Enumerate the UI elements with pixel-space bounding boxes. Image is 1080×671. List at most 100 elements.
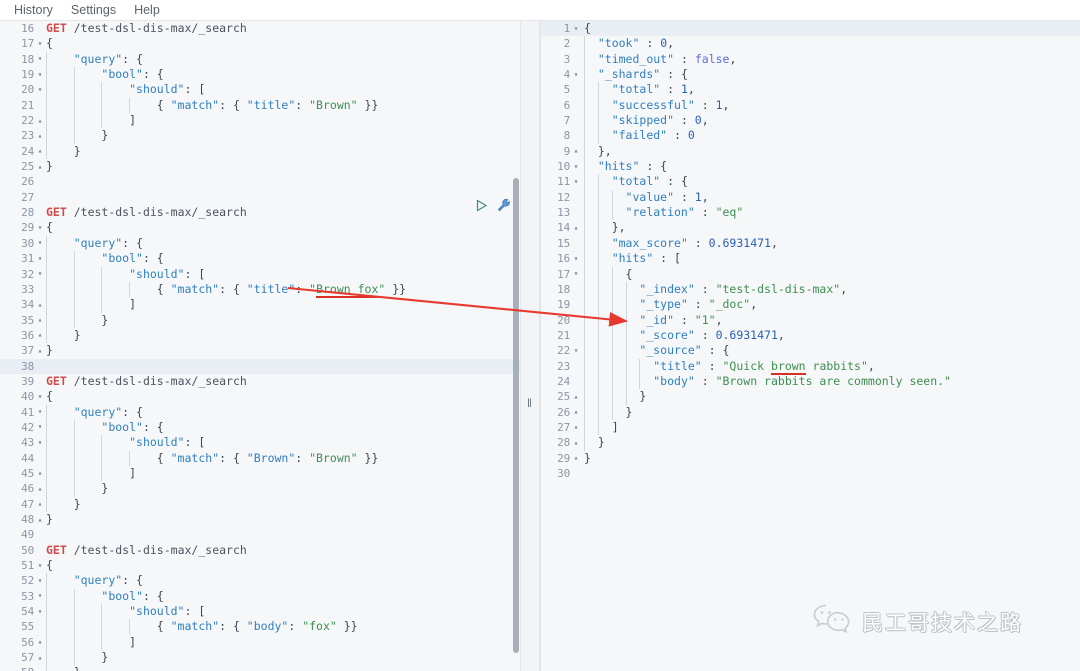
pane-splitter[interactable] (520, 21, 540, 671)
fold-marker-icon[interactable]: ▴ (571, 389, 581, 404)
code-line[interactable]: 5 "total" : 1, (540, 82, 1080, 98)
code-line[interactable]: 37 ▴} (0, 343, 520, 358)
code-line[interactable]: 50 GET /test-dsl-dis-max/_search (0, 543, 520, 558)
code-line[interactable]: 16 ▾ "hits" : [ (540, 251, 1080, 267)
code-line[interactable]: 45 ▴ ] (0, 465, 520, 482)
response-code-area[interactable]: 1 ▾{2 "took" : 0, 3 "timed_out" : false, 4 ▾… (540, 21, 1080, 481)
fold-marker-icon[interactable]: ▴ (35, 650, 45, 665)
code-line[interactable]: 52 ▾ "query": { (0, 573, 520, 589)
fold-marker-icon[interactable]: ▾ (35, 36, 45, 51)
fold-marker-icon[interactable]: ▾ (35, 573, 45, 588)
code-line[interactable]: 17 ▾ { (540, 266, 1080, 282)
code-line[interactable]: 49 (0, 527, 520, 542)
code-line[interactable]: 25 ▴} (0, 159, 520, 174)
code-line[interactable]: 24 ▴ } (0, 143, 520, 160)
code-line[interactable]: 51 ▾{ (0, 558, 520, 573)
response-viewer-pane[interactable]: 1 ▾{2 "took" : 0, 3 "timed_out" : false, 4 ▾… (540, 21, 1080, 671)
menu-item-settings[interactable]: Settings (62, 1, 125, 20)
fold-marker-icon[interactable]: ▾ (571, 343, 581, 358)
code-line[interactable]: 58▴ } (0, 665, 520, 671)
code-line[interactable]: 13 "relation" : "eq" (540, 205, 1080, 221)
fold-marker-icon[interactable]: ▴ (35, 143, 45, 158)
fold-marker-icon[interactable]: ▴ (35, 481, 45, 496)
code-line[interactable]: 4 ▾ "_shards" : { (540, 67, 1080, 83)
code-line[interactable]: 20 "_id" : "1", (540, 312, 1080, 328)
code-line[interactable]: 36 ▴ } (0, 327, 520, 344)
code-line[interactable]: 10 ▾ "hits" : { (540, 159, 1080, 175)
fold-marker-icon[interactable]: ▴ (35, 665, 45, 671)
code-line[interactable]: 11 ▾ "total" : { (540, 174, 1080, 190)
code-line[interactable]: 57 ▴ } (0, 650, 520, 666)
code-line[interactable]: 42 ▾ "bool": { (0, 419, 520, 436)
fold-marker-icon[interactable]: ▴ (35, 512, 45, 527)
code-line[interactable]: 47 ▴ } (0, 496, 520, 512)
request-editor-pane[interactable]: 16 GET /test-dsl-dis-max/_search 17 ▾{18 ▾ "… (0, 21, 520, 671)
code-line[interactable]: 38 (0, 358, 520, 374)
fold-marker-icon[interactable]: ▾ (35, 266, 45, 281)
fold-marker-icon[interactable]: ▾ (35, 404, 45, 419)
fold-marker-icon[interactable]: ▾ (35, 51, 45, 66)
code-line[interactable]: 27 ▴ ] (540, 419, 1080, 436)
code-line[interactable]: 18 "_index" : "test-dsl-dis-max", (540, 281, 1080, 298)
code-line[interactable]: 19 ▾ "bool": { (0, 67, 520, 83)
fold-marker-icon[interactable]: ▾ (571, 159, 581, 174)
code-line[interactable]: 43 ▾ "should": [ (0, 435, 520, 451)
code-line[interactable]: 16 GET /test-dsl-dis-max/_search (0, 21, 520, 36)
fold-marker-icon[interactable]: ▾ (35, 389, 45, 404)
fold-marker-icon[interactable]: ▾ (571, 251, 581, 266)
code-line[interactable]: 22 ▾ "_source" : { (540, 343, 1080, 359)
code-line[interactable]: 25 ▴ } (540, 389, 1080, 405)
code-line[interactable]: 32 ▾ "should": [ (0, 266, 520, 282)
code-line[interactable]: 12 "value" : 1, (540, 189, 1080, 206)
code-line[interactable]: 56 ▴ ] (0, 634, 520, 651)
fold-marker-icon[interactable]: ▾ (571, 266, 581, 281)
code-line[interactable]: 55 { "match": { "body": "fox" }} (0, 619, 520, 635)
code-line[interactable]: 54 ▾ "should": [ (0, 604, 520, 620)
fold-marker-icon[interactable]: ▴ (571, 404, 581, 419)
code-line[interactable]: 19 "_type" : "_doc", (540, 297, 1080, 313)
fold-marker-icon[interactable]: ▴ (571, 419, 581, 434)
wrench-icon[interactable] (497, 198, 511, 212)
fold-marker-icon[interactable]: ▴ (35, 312, 45, 327)
code-line[interactable]: 3 "timed_out" : false, (540, 51, 1080, 68)
code-line[interactable]: 26 (0, 174, 520, 189)
fold-marker-icon[interactable]: ▾ (35, 435, 45, 450)
code-line[interactable]: 48 ▴} (0, 512, 520, 527)
fold-marker-icon[interactable]: ▴ (35, 113, 45, 128)
request-pane-scrollbar-thumb[interactable] (513, 178, 519, 653)
play-icon[interactable] (475, 198, 488, 212)
code-line[interactable]: 18 ▾ "query": { (0, 51, 520, 68)
code-line[interactable]: 35 ▴ } (0, 312, 520, 328)
code-line[interactable]: 34 ▴ ] (0, 297, 520, 313)
fold-marker-icon[interactable]: ▴ (571, 143, 581, 158)
fold-marker-icon[interactable]: ▴ (35, 343, 45, 358)
fold-marker-icon[interactable]: ▾ (571, 174, 581, 189)
fold-marker-icon[interactable]: ▾ (35, 419, 45, 434)
request-code-area[interactable]: 16 GET /test-dsl-dis-max/_search 17 ▾{18 ▾ "… (0, 21, 520, 671)
fold-marker-icon[interactable]: ▴ (35, 465, 45, 480)
fold-marker-icon[interactable]: ▾ (35, 67, 45, 82)
fold-marker-icon[interactable]: ▴ (35, 128, 45, 143)
fold-marker-icon[interactable]: ▾ (571, 67, 581, 82)
code-line[interactable]: 33 { "match": { "title": "Brown fox" }} (0, 281, 520, 298)
fold-marker-icon[interactable]: ▾ (35, 251, 45, 266)
code-line[interactable]: 28 GET /test-dsl-dis-max/_search (0, 205, 520, 220)
code-line[interactable]: 15 "max_score" : 0.6931471, (540, 235, 1080, 252)
code-line[interactable]: 26 ▴ } (540, 404, 1080, 420)
code-line[interactable]: 29 ▾{ (0, 220, 520, 235)
code-line[interactable]: 31 ▾ "bool": { (0, 251, 520, 267)
code-line[interactable]: 1 ▾{ (540, 21, 1080, 37)
code-line[interactable]: 9 ▴ }, (540, 143, 1080, 160)
fold-marker-icon[interactable]: ▾ (35, 604, 45, 619)
fold-marker-icon[interactable]: ▾ (35, 558, 45, 573)
code-line[interactable]: 21 "_score" : 0.6931471, (540, 327, 1080, 344)
fold-marker-icon[interactable]: ▾ (571, 21, 581, 36)
code-line[interactable]: 27 (0, 190, 520, 205)
code-line[interactable]: 6 "successful" : 1, (540, 97, 1080, 114)
code-line[interactable]: 14 ▴ }, (540, 220, 1080, 236)
code-line[interactable]: 7 "skipped" : 0, (540, 113, 1080, 129)
code-line[interactable]: 23 "title" : "Quick brown rabbits", (540, 358, 1080, 375)
code-line[interactable]: 24 "body" : "Brown rabbits are commonly … (540, 373, 1080, 390)
code-line[interactable]: 39 GET /test-dsl-dis-max/_search (0, 374, 520, 389)
code-line[interactable]: 53 ▾ "bool": { (0, 588, 520, 605)
